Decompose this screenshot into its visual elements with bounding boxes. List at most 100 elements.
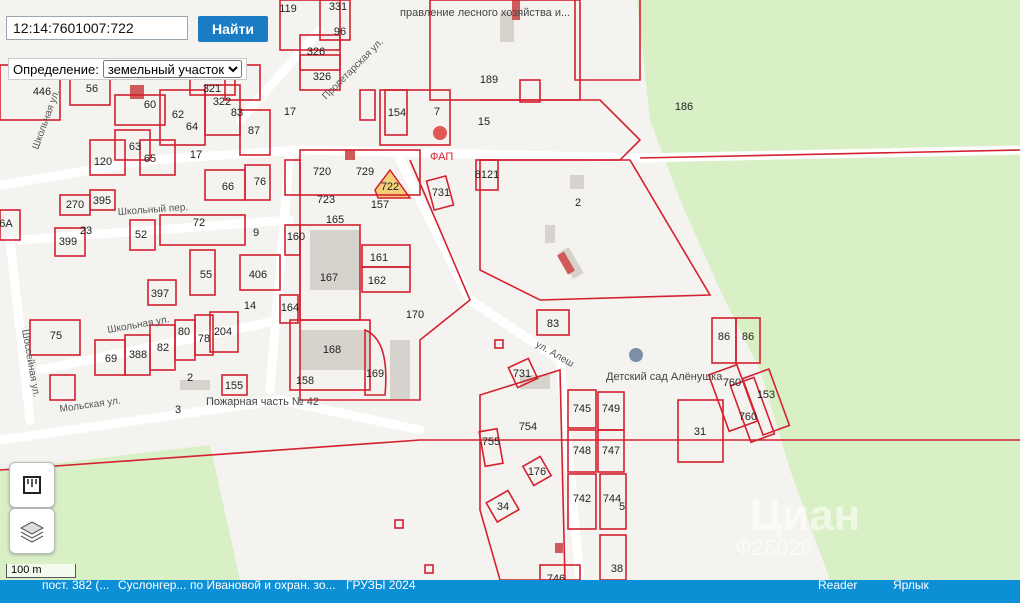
parcel-label: 158 (296, 375, 314, 387)
scale-bar: 100 m (6, 564, 76, 578)
parcel-label: 60 (144, 99, 156, 111)
parcel-label: 157 (371, 199, 389, 211)
parcel-label: 82 (157, 342, 169, 354)
taskbar-item[interactable]: Ярлык (893, 578, 929, 592)
parcel-label: 80 (178, 326, 190, 338)
parcel-label: 748 (573, 445, 591, 457)
parcel-label: 87 (248, 125, 260, 137)
cadastral-search-input[interactable] (6, 16, 188, 40)
parcel-label: 164 (281, 302, 299, 314)
definition-control: Определение: земельный участок (8, 58, 247, 80)
parcel-label: 76 (254, 176, 266, 188)
taskbar-item[interactable]: по Ивановой и охран. зо... (190, 578, 336, 592)
parcel-label: 17 (190, 149, 202, 161)
parcel-label: 160 (287, 231, 305, 243)
parcel-label: 83 (547, 318, 559, 330)
cadastral-map[interactable]: 119 331 96 326 326 446 56 60 62 321 322 … (0, 0, 1020, 603)
parcel-label: 17 (284, 106, 296, 118)
parcel-label: 729 (356, 166, 374, 178)
parcel-label: 15 (478, 116, 490, 128)
parcel-label: 204 (214, 326, 232, 338)
parcel-label: 169 (366, 368, 384, 380)
parcel-label: 170 (406, 309, 424, 321)
taskbar: пост. 382 (... Суслонгер... по Ивановой … (0, 578, 1020, 603)
find-button[interactable]: Найти (198, 16, 268, 42)
parcel-label: 69 (105, 353, 117, 365)
parcel-label: 326 (313, 71, 331, 83)
parcel-label: 321 (203, 83, 221, 95)
parcel-label: 155 (225, 380, 243, 392)
fire-station-label: Пожарная часть № 42 (206, 396, 319, 408)
parcel-label: 189 (480, 74, 498, 86)
forestry-label: правление лесного хозяйства и... (400, 7, 570, 19)
parcel-label: 723 (317, 194, 335, 206)
parcel-label: 75 (50, 330, 62, 342)
parcel-label: 96 (334, 26, 346, 38)
parcel-label: 6А (0, 218, 13, 230)
parcel-label: 7 (434, 106, 440, 118)
parcel-label: 395 (93, 195, 111, 207)
parcel-label: 56 (86, 83, 98, 95)
parcel-label: 86 (718, 331, 730, 343)
parcel-label: 270 (66, 199, 84, 211)
ruler-button[interactable] (9, 462, 55, 508)
parcel-label: 331 (329, 1, 347, 13)
parcel-label: 31 (694, 426, 706, 438)
parcel-label: 154 (388, 107, 406, 119)
layers-button[interactable] (9, 508, 55, 554)
parcel-label: 5 (619, 501, 625, 513)
parcel-label: 162 (368, 275, 386, 287)
parcel-label: 55 (200, 269, 212, 281)
parcel-label: 742 (573, 493, 591, 505)
definition-label: Определение: (13, 61, 99, 77)
parcel-label: 8121 (475, 169, 499, 181)
parcel-label: 161 (370, 252, 388, 264)
taskbar-item[interactable]: Суслонгер... (118, 578, 186, 592)
taskbar-item[interactable]: ГРУЗЫ 2024 (346, 578, 416, 592)
parcel-label: 322 (213, 96, 231, 108)
parcel-label: 165 (326, 214, 344, 226)
parcel-label: 747 (602, 445, 620, 457)
parcel-label: 399 (59, 236, 77, 248)
parcel-label: 186 (675, 101, 693, 113)
parcel-label: 2 (575, 197, 581, 209)
parcel-label: 754 (519, 421, 537, 433)
parcel-label: 83 (231, 107, 243, 119)
parcel-label: 749 (602, 403, 620, 415)
fap-marker (433, 126, 447, 140)
taskbar-item[interactable]: пост. 382 (... (42, 578, 109, 592)
fap-label: ФАП (430, 151, 453, 163)
parcel-label: 406 (249, 269, 267, 281)
parcel-label: 86 (742, 331, 754, 343)
parcel-label: 760 (723, 377, 741, 389)
definition-select[interactable]: земельный участок (102, 60, 242, 78)
parcel-label: 168 (323, 344, 341, 356)
parcel-label: 731 (432, 187, 450, 199)
parcel-label: 62 (172, 109, 184, 121)
parcel-label: 167 (320, 272, 338, 284)
parcel-label: 388 (129, 349, 147, 361)
parcel-label: 397 (151, 288, 169, 300)
parcel-label: 66 (222, 181, 234, 193)
parcel-label: 78 (198, 333, 210, 345)
parcel-label: 63 (129, 141, 141, 153)
parcel-label: 745 (573, 403, 591, 415)
parcel-label: 72 (193, 217, 205, 229)
parcel-label: 153 (757, 389, 775, 401)
ruler-icon (23, 476, 41, 494)
parcel-label: 120 (94, 156, 112, 168)
parcel-label: 755 (482, 436, 500, 448)
parcel-label: 722 (381, 181, 399, 193)
svg-text:Циан: Циан (750, 491, 860, 540)
parcel-label: 65 (144, 153, 156, 165)
parcel-label: 2 (187, 372, 193, 384)
layers-icon (19, 521, 45, 543)
parcel-label: 326 (307, 46, 325, 58)
parcel-label: 760 (739, 411, 757, 423)
parcel-label: 720 (313, 166, 331, 178)
parcel-label: 23 (80, 225, 92, 237)
parcel-label: 176 (528, 466, 546, 478)
kindergarten-label: Детский сад Алёнушка (606, 371, 723, 383)
parcel-label: 119 (279, 3, 297, 15)
taskbar-item[interactable]: Reader (818, 578, 857, 592)
